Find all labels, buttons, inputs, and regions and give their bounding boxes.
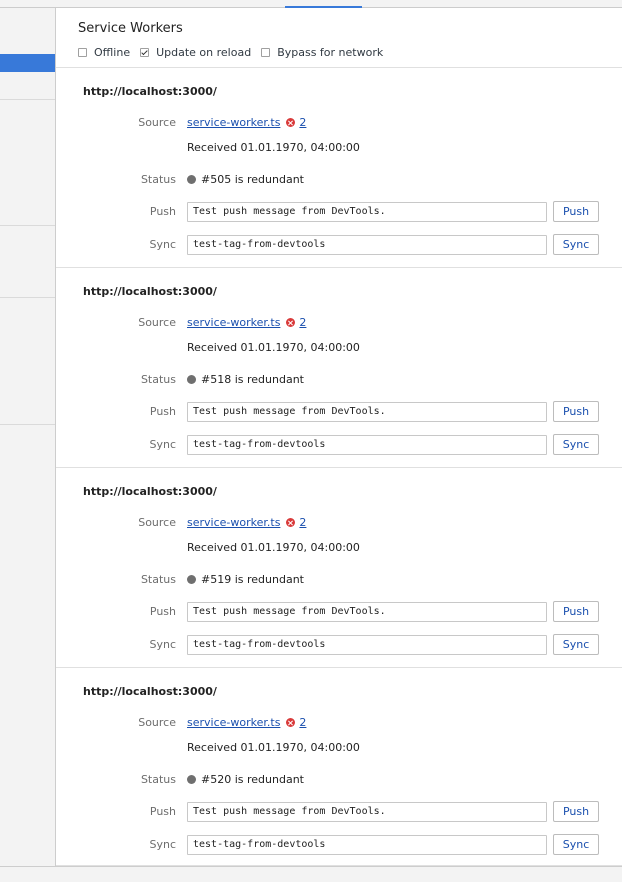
- error-icon: [286, 318, 296, 327]
- sync-label: Sync: [149, 638, 176, 651]
- status-value: #519 is redundant: [187, 573, 304, 586]
- sync-label: Sync: [149, 838, 176, 851]
- sync-button[interactable]: Sync: [553, 234, 599, 255]
- push-label: Push: [149, 205, 176, 218]
- status-label: Status: [140, 773, 176, 786]
- source-label: Source: [138, 516, 176, 529]
- push-label: Push: [149, 805, 176, 818]
- offline-label: Offline: [94, 46, 131, 59]
- sidebar-divider: [0, 424, 55, 425]
- sidebar-divider: [0, 225, 55, 226]
- update-on-reload-option[interactable]: Update on reload: [140, 46, 251, 59]
- sync-label: Sync: [149, 438, 176, 451]
- bottom-bar: [0, 866, 622, 882]
- panel-title: Service Workers: [78, 21, 183, 36]
- push-label: Push: [149, 405, 176, 418]
- status-label: Status: [140, 373, 176, 386]
- worker-section: http://localhost:3000/ Source service-wo…: [56, 268, 622, 468]
- sync-input[interactable]: test-tag-from-devtools: [187, 235, 547, 255]
- sync-button[interactable]: Sync: [553, 834, 599, 855]
- worker-origin: http://localhost:3000/: [83, 285, 217, 298]
- update-on-reload-checkbox[interactable]: [140, 48, 150, 57]
- push-input[interactable]: Test push message from DevTools.: [187, 402, 547, 422]
- status-label: Status: [140, 173, 176, 186]
- service-workers-panel: Service Workers Offline Update on reload…: [56, 8, 622, 866]
- sidebar-item-selected[interactable]: [0, 54, 55, 72]
- status-dot-icon: [187, 175, 196, 184]
- received-text: Received 01.01.1970, 04:00:00: [187, 341, 360, 354]
- source-file-link[interactable]: service-worker.ts: [187, 516, 280, 529]
- offline-option[interactable]: Offline: [78, 46, 130, 59]
- push-input[interactable]: Test push message from DevTools.: [187, 602, 547, 622]
- bypass-for-network-label: Bypass for network: [277, 46, 384, 59]
- sidebar-divider: [0, 99, 55, 100]
- push-label: Push: [149, 605, 176, 618]
- error-icon: [286, 518, 296, 527]
- status-text: #518 is redundant: [201, 373, 304, 386]
- sync-input[interactable]: test-tag-from-devtools: [187, 435, 547, 455]
- sidebar: [0, 8, 56, 882]
- error-count-link[interactable]: 2: [299, 516, 306, 529]
- push-input[interactable]: Test push message from DevTools.: [187, 802, 547, 822]
- source-file-link[interactable]: service-worker.ts: [187, 116, 280, 129]
- push-button[interactable]: Push: [553, 401, 599, 422]
- status-dot-icon: [187, 575, 196, 584]
- error-count-link[interactable]: 2: [299, 116, 306, 129]
- push-button[interactable]: Push: [553, 601, 599, 622]
- push-button[interactable]: Push: [553, 201, 599, 222]
- status-value: #505 is redundant: [187, 173, 304, 186]
- worker-origin: http://localhost:3000/: [83, 685, 217, 698]
- source-file-link[interactable]: service-worker.ts: [187, 716, 280, 729]
- panel-header: Service Workers Offline Update on reload…: [56, 8, 622, 68]
- status-text: #520 is redundant: [201, 773, 304, 786]
- options-bar: Offline Update on reload Bypass for netw…: [78, 46, 622, 59]
- worker-section: http://localhost:3000/ Source service-wo…: [56, 668, 622, 866]
- worker-section: http://localhost:3000/ Source service-wo…: [56, 68, 622, 268]
- error-icon: [286, 718, 296, 727]
- push-input[interactable]: Test push message from DevTools.: [187, 202, 547, 222]
- update-on-reload-label: Update on reload: [156, 46, 252, 59]
- source-file-link[interactable]: service-worker.ts: [187, 316, 280, 329]
- offline-checkbox[interactable]: [78, 48, 87, 57]
- received-text: Received 01.01.1970, 04:00:00: [187, 141, 360, 154]
- source-value: service-worker.ts 2: [187, 716, 306, 729]
- status-dot-icon: [187, 775, 196, 784]
- status-text: #519 is redundant: [201, 573, 304, 586]
- status-value: #518 is redundant: [187, 373, 304, 386]
- error-count-link[interactable]: 2: [299, 316, 306, 329]
- source-value: service-worker.ts 2: [187, 516, 306, 529]
- status-value: #520 is redundant: [187, 773, 304, 786]
- sync-input[interactable]: test-tag-from-devtools: [187, 635, 547, 655]
- status-dot-icon: [187, 375, 196, 384]
- status-text: #505 is redundant: [201, 173, 304, 186]
- sync-button[interactable]: Sync: [553, 634, 599, 655]
- source-value: service-worker.ts 2: [187, 116, 306, 129]
- status-label: Status: [140, 573, 176, 586]
- source-label: Source: [138, 716, 176, 729]
- bypass-for-network-checkbox[interactable]: [261, 48, 271, 57]
- received-text: Received 01.01.1970, 04:00:00: [187, 741, 360, 754]
- received-text: Received 01.01.1970, 04:00:00: [187, 541, 360, 554]
- source-value: service-worker.ts 2: [187, 316, 306, 329]
- bypass-for-network-option[interactable]: Bypass for network: [261, 46, 383, 59]
- error-icon: [286, 118, 296, 127]
- worker-origin: http://localhost:3000/: [83, 485, 217, 498]
- source-label: Source: [138, 316, 176, 329]
- sidebar-divider: [0, 297, 55, 298]
- error-count-link[interactable]: 2: [299, 716, 306, 729]
- sync-button[interactable]: Sync: [553, 434, 599, 455]
- sync-label: Sync: [149, 238, 176, 251]
- worker-origin: http://localhost:3000/: [83, 85, 217, 98]
- worker-section: http://localhost:3000/ Source service-wo…: [56, 468, 622, 668]
- push-button[interactable]: Push: [553, 801, 599, 822]
- source-label: Source: [138, 116, 176, 129]
- sync-input[interactable]: test-tag-from-devtools: [187, 835, 547, 855]
